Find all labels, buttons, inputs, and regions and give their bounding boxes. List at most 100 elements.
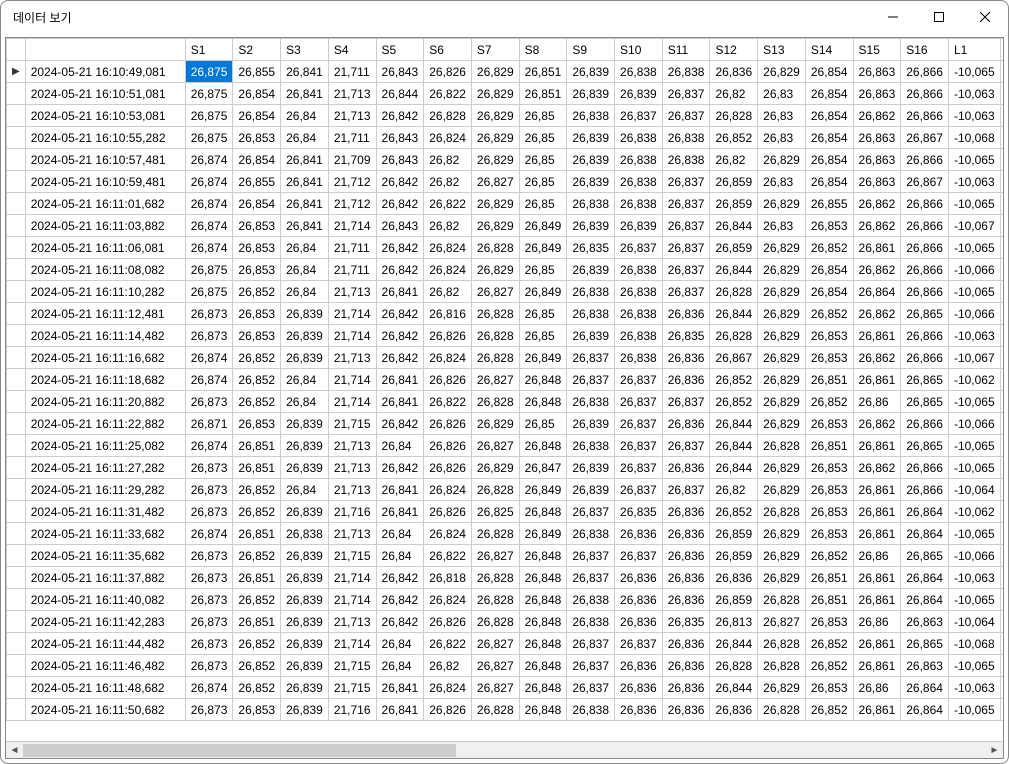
data-cell[interactable]: 26,837: [662, 259, 710, 281]
data-cell[interactable]: 26,847: [519, 457, 567, 479]
data-cell[interactable]: 26,837: [615, 413, 663, 435]
timestamp-cell[interactable]: 2024-05-21 16:11:14,482: [25, 325, 185, 347]
data-cell[interactable]: 26,83: [758, 83, 806, 105]
data-cell[interactable]: 26,83: [758, 215, 806, 237]
data-cell[interactable]: 26,826: [424, 61, 472, 83]
data-cell[interactable]: 26,839: [281, 567, 329, 589]
data-cell[interactable]: 21,713: [328, 281, 376, 303]
data-cell[interactable]: 26,841: [376, 501, 424, 523]
data-cell[interactable]: 26,848: [519, 391, 567, 413]
data-cell[interactable]: 26,824: [424, 589, 472, 611]
data-cell[interactable]: 26,854: [805, 259, 853, 281]
data-cell[interactable]: 26,865: [901, 435, 949, 457]
timestamp-cell[interactable]: 2024-05-21 16:11:48,682: [25, 677, 185, 699]
data-cell[interactable]: -: [1000, 677, 1003, 699]
data-cell[interactable]: 26,828: [758, 501, 806, 523]
data-cell[interactable]: 26,855: [805, 193, 853, 215]
data-cell[interactable]: 26,841: [376, 281, 424, 303]
data-cell[interactable]: 26,836: [710, 567, 758, 589]
data-cell[interactable]: -10,063: [948, 105, 1000, 127]
data-cell[interactable]: 21,715: [328, 413, 376, 435]
data-cell[interactable]: 26,863: [853, 171, 901, 193]
data-cell[interactable]: 26,84: [376, 435, 424, 457]
data-cell[interactable]: 26,862: [853, 105, 901, 127]
timestamp-cell[interactable]: 2024-05-21 16:11:42,283: [25, 611, 185, 633]
data-cell[interactable]: 26,853: [233, 215, 281, 237]
data-cell[interactable]: 26,837: [567, 677, 615, 699]
column-header[interactable]: S16: [901, 39, 949, 61]
data-cell[interactable]: 26,874: [185, 171, 233, 193]
data-cell[interactable]: 26,839: [567, 479, 615, 501]
data-cell[interactable]: 26,852: [233, 479, 281, 501]
data-cell[interactable]: 26,867: [710, 347, 758, 369]
timestamp-cell[interactable]: 2024-05-21 16:11:20,882: [25, 391, 185, 413]
data-cell[interactable]: 26,842: [376, 325, 424, 347]
data-cell[interactable]: 26,862: [853, 259, 901, 281]
data-cell[interactable]: 26,836: [662, 413, 710, 435]
timestamp-cell[interactable]: 2024-05-21 16:11:10,282: [25, 281, 185, 303]
data-cell[interactable]: 26,837: [567, 567, 615, 589]
table-row[interactable]: 2024-05-21 16:11:10,28226,87526,85226,84…: [7, 281, 1004, 303]
data-cell[interactable]: -10,065: [948, 149, 1000, 171]
data-cell[interactable]: -: [1000, 215, 1003, 237]
data-cell[interactable]: 26,853: [233, 413, 281, 435]
timestamp-cell[interactable]: 2024-05-21 16:11:27,282: [25, 457, 185, 479]
data-cell[interactable]: 26,844: [710, 303, 758, 325]
data-cell[interactable]: 26,864: [901, 567, 949, 589]
data-cell[interactable]: 26,829: [758, 303, 806, 325]
data-cell[interactable]: 26,838: [615, 281, 663, 303]
data-cell[interactable]: 26,836: [615, 589, 663, 611]
data-cell[interactable]: 26,838: [615, 171, 663, 193]
data-cell[interactable]: 26,826: [424, 369, 472, 391]
data-cell[interactable]: -: [1000, 413, 1003, 435]
data-cell[interactable]: 26,837: [662, 435, 710, 457]
timestamp-cell[interactable]: 2024-05-21 16:11:25,082: [25, 435, 185, 457]
column-header[interactable]: L1: [948, 39, 1000, 61]
data-cell[interactable]: 26,853: [233, 325, 281, 347]
data-cell[interactable]: 26,839: [281, 699, 329, 721]
data-cell[interactable]: 26,82: [424, 171, 472, 193]
data-cell[interactable]: 26,824: [424, 677, 472, 699]
data-cell[interactable]: 26,853: [233, 303, 281, 325]
data-cell[interactable]: 26,84: [281, 479, 329, 501]
data-cell[interactable]: 26,873: [185, 325, 233, 347]
data-cell[interactable]: 26,836: [662, 545, 710, 567]
data-cell[interactable]: -10,067: [948, 347, 1000, 369]
data-cell[interactable]: 26,864: [901, 501, 949, 523]
data-cell[interactable]: 26,838: [615, 303, 663, 325]
data-cell[interactable]: 26,829: [758, 545, 806, 567]
data-cell[interactable]: 26,827: [471, 435, 519, 457]
data-cell[interactable]: 26,852: [710, 501, 758, 523]
data-cell[interactable]: 26,842: [376, 193, 424, 215]
data-cell[interactable]: 26,861: [853, 589, 901, 611]
data-cell[interactable]: 26,813: [710, 611, 758, 633]
data-cell[interactable]: 26,848: [519, 589, 567, 611]
data-cell[interactable]: 26,82: [424, 281, 472, 303]
data-cell[interactable]: 26,836: [615, 699, 663, 721]
data-cell[interactable]: 26,859: [710, 589, 758, 611]
data-cell[interactable]: 26,851: [233, 611, 281, 633]
data-cell[interactable]: 26,828: [471, 699, 519, 721]
data-cell[interactable]: 26,842: [376, 611, 424, 633]
data-cell[interactable]: 26,837: [662, 171, 710, 193]
data-cell[interactable]: 26,825: [471, 501, 519, 523]
data-cell[interactable]: 26,837: [615, 479, 663, 501]
data-cell[interactable]: 26,86: [853, 545, 901, 567]
data-cell[interactable]: 26,873: [185, 611, 233, 633]
table-row[interactable]: 2024-05-21 16:10:51,08126,87526,85426,84…: [7, 83, 1004, 105]
data-cell[interactable]: 26,873: [185, 589, 233, 611]
data-cell[interactable]: -: [1000, 303, 1003, 325]
data-cell[interactable]: 26,829: [758, 523, 806, 545]
data-cell[interactable]: 26,838: [567, 699, 615, 721]
data-cell[interactable]: 26,862: [853, 215, 901, 237]
timestamp-cell[interactable]: 2024-05-21 16:10:51,081: [25, 83, 185, 105]
data-cell[interactable]: -10,062: [948, 501, 1000, 523]
data-cell[interactable]: -: [1000, 171, 1003, 193]
data-cell[interactable]: 26,828: [758, 655, 806, 677]
data-cell[interactable]: 26,852: [805, 545, 853, 567]
data-cell[interactable]: -: [1000, 501, 1003, 523]
data-cell[interactable]: 26,839: [615, 83, 663, 105]
data-cell[interactable]: 26,863: [853, 127, 901, 149]
column-header[interactable]: S8: [519, 39, 567, 61]
data-cell[interactable]: 26,875: [185, 61, 233, 83]
